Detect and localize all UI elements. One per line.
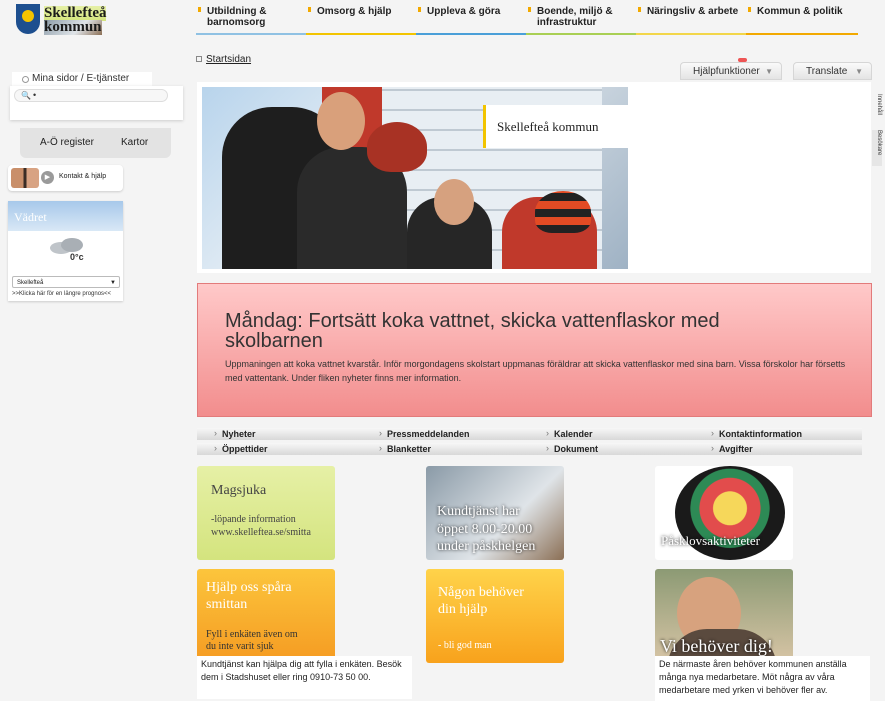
crest-icon: [16, 4, 40, 34]
tile-description: Kundtjänst kan hjälpa dig att fylla i en…: [197, 656, 412, 699]
tile-hjalp-oss[interactable]: Hjälp oss spåra smittan Fyll i enkäten ä…: [197, 569, 335, 663]
bullet-icon: [22, 76, 29, 83]
alert-box: Måndag: Fortsätt koka vattnet, skicka va…: [197, 283, 872, 417]
chevron-down-icon: ▼: [765, 67, 773, 76]
az-panel: A-Ö register Kartor: [20, 128, 171, 158]
nav-bar: [306, 33, 416, 35]
chevron-down-icon: ▼: [855, 67, 863, 76]
tile-kundtjanst[interactable]: Kundtjänst har öppet 8.00-20.00 under på…: [426, 466, 564, 560]
quick-links: Nyheter Pressmeddelanden Kalender Kontak…: [197, 427, 862, 457]
tile-magsjuka[interactable]: Magsjuka -löpande information www.skelle…: [197, 466, 335, 560]
link-blanketter[interactable]: Blanketter: [379, 443, 431, 454]
quick-links-row: [197, 443, 862, 455]
weather-more-link[interactable]: >>Klicka här för en längre prognos<<: [12, 291, 111, 297]
tile-description: De närmaste åren behöver kommunen anstäl…: [655, 656, 870, 701]
nav-item-omsorg[interactable]: Omsorg & hjälp: [306, 6, 391, 17]
contact-faces-image: [11, 168, 39, 188]
nav-bar: [196, 33, 306, 35]
weather-title: Vädret: [14, 210, 47, 224]
link-avgifter[interactable]: Avgifter: [711, 443, 753, 454]
link-kalender[interactable]: Kalender: [546, 428, 593, 439]
nav-bar: [636, 33, 746, 35]
side-tab-visitors[interactable]: Besökare: [872, 130, 882, 166]
nav-item-naringsliv[interactable]: Näringsliv & arbete: [636, 6, 738, 17]
nav-item-boende[interactable]: Boende, miljö & infrastruktur: [526, 6, 613, 28]
az-register-link[interactable]: A-Ö register: [40, 137, 94, 148]
nav-bar: [526, 33, 636, 35]
logo[interactable]: Skellefteå kommun: [16, 4, 126, 36]
link-pressmeddelanden[interactable]: Pressmeddelanden: [379, 428, 470, 439]
my-pages-link[interactable]: Mina sidor / E-tjänster: [12, 72, 152, 86]
nav-bar: [416, 33, 526, 35]
chevron-down-icon: ▼: [110, 280, 116, 286]
help-functions-button[interactable]: Hjälpfunktioner ▼: [680, 62, 782, 80]
nav-item-utbildning[interactable]: Utbildning & barnomsorg: [196, 6, 266, 28]
link-kontaktinformation[interactable]: Kontaktinformation: [711, 428, 802, 439]
alert-body: Uppmaningen att koka vattnet kvarstår. I…: [225, 359, 846, 383]
nav-bar: [746, 33, 858, 35]
search-input[interactable]: •: [14, 89, 168, 102]
link-dokument[interactable]: Dokument: [546, 443, 598, 454]
breadcrumb[interactable]: Startsidan: [196, 54, 251, 65]
weather-temperature: 0°c: [70, 252, 84, 262]
nav-item-kommun[interactable]: Kommun & politik: [746, 6, 843, 17]
play-icon[interactable]: ▶: [41, 171, 54, 184]
nav-item-uppleva[interactable]: Uppleva & göra: [416, 6, 500, 17]
tile-vi-behover-dig[interactable]: Vi behöver dig!: [655, 569, 793, 663]
search-icon[interactable]: 🔍: [21, 91, 31, 100]
link-oppettider[interactable]: Öppettider: [214, 443, 268, 454]
tile-pasklov[interactable]: Påsklovsaktiviteter: [655, 466, 793, 560]
search-panel: • 🔍: [10, 86, 183, 120]
contact-label: Kontakt & hjälp: [59, 173, 107, 180]
hero-title: Skellefteå kommun: [483, 105, 628, 148]
weather-city-select[interactable]: Skellefteå ▼: [12, 276, 120, 288]
tile-god-man[interactable]: Någon behöver din hjälp - bli god man: [426, 569, 564, 663]
alert-headline[interactable]: Måndag: Fortsätt koka vattnet, skicka va…: [225, 311, 785, 351]
brand-line2: kommun: [44, 19, 102, 35]
main-nav: Utbildning & barnomsorg Omsorg & hjälp Up…: [196, 0, 858, 38]
contact-help-widget[interactable]: ▶ Kontakt & hjälp: [8, 165, 123, 191]
maps-link[interactable]: Kartor: [121, 137, 148, 148]
link-nyheter[interactable]: Nyheter: [214, 428, 256, 439]
weather-widget: Vädret 0°c Skellefteå ▼ >>Klicka här för …: [8, 201, 123, 301]
translate-button[interactable]: Translate ▼: [793, 62, 872, 80]
side-tab-content[interactable]: Innehåll: [872, 94, 882, 120]
